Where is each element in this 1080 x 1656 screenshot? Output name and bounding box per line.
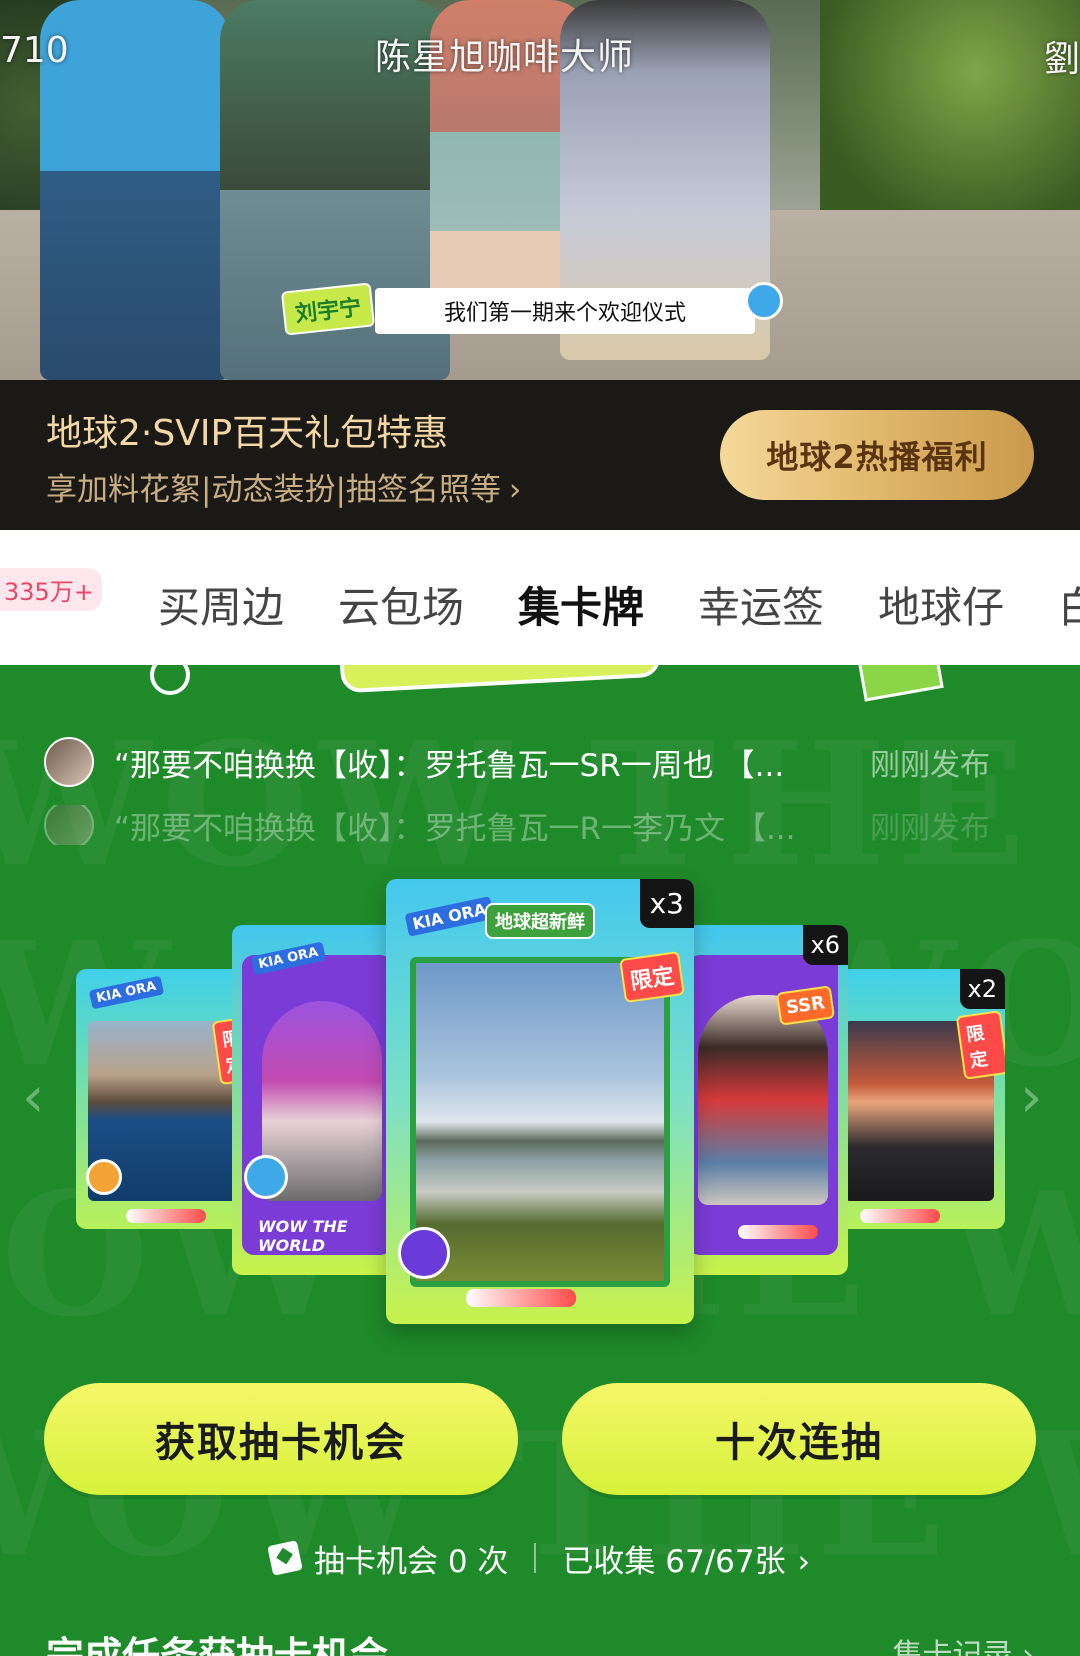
- feed-time: 刚刚发布: [870, 811, 990, 845]
- card-count-badge: x6: [802, 925, 848, 965]
- plane-icon: [126, 1209, 206, 1223]
- mascot-icon: [745, 282, 783, 320]
- video-scene-foliage: [820, 0, 1080, 240]
- draw-stats: 抽卡机会 0 次 已收集 67/67张 ›: [0, 1533, 1080, 1583]
- chevron-right-icon: ›: [508, 472, 522, 508]
- promo-subtitle-text: 享加料花絮|动态装扮|抽签名照等: [46, 472, 501, 508]
- collection-card-featured[interactable]: x3 KIA ORA 地球超新鲜 限定: [386, 879, 694, 1324]
- trade-feed-item[interactable]: “那要不咱换换【收】：罗托鲁瓦一R一李乃文 【... 刚刚发布: [44, 805, 1044, 845]
- avatar: [44, 805, 94, 845]
- collection-card[interactable]: KIA ORA 限定: [76, 969, 246, 1229]
- participant-count-badge: 335万+: [0, 568, 102, 611]
- trade-feed-item[interactable]: “那要不咱换换【收】：罗托鲁瓦一SR一周也 【... 刚刚发布: [44, 734, 1044, 790]
- card-record-link[interactable]: 集卡记录 ›: [892, 1630, 1034, 1656]
- decor-sticker: [856, 665, 944, 702]
- video-caption-left: 710: [0, 30, 69, 71]
- card-count-badge: x2: [959, 969, 1005, 1009]
- promo-benefit-button[interactable]: 地球2热播福利: [720, 410, 1034, 500]
- chevron-left-icon[interactable]: ‹: [22, 1065, 44, 1130]
- video-subtitle: 我们第一期来个欢迎仪式: [375, 288, 755, 334]
- mascot-icon: [398, 1227, 450, 1279]
- promo-subtitle[interactable]: 享加料花絮|动态装扮|抽签名照等 ›: [46, 464, 521, 509]
- divider: [534, 1543, 537, 1573]
- get-draw-chance-button[interactable]: 获取抽卡机会: [44, 1383, 518, 1495]
- mascot-icon: [244, 1155, 288, 1199]
- feed-time: 刚刚发布: [870, 748, 990, 783]
- card-collection-panel: WOW THE WORLD WOW THE WORLD WOW THE WORL…: [0, 665, 1080, 1656]
- tab-merch[interactable]: 买周边: [158, 574, 284, 635]
- feed-text: “那要不咱换换【收】：罗托鲁瓦一R一李乃文 【...: [114, 810, 796, 846]
- limited-tag: 限定: [955, 1010, 1005, 1080]
- decor-sticker: [150, 665, 190, 695]
- collection-card[interactable]: x6 SSR: [678, 925, 848, 1275]
- chevron-right-icon[interactable]: ›: [1020, 1065, 1042, 1130]
- limited-tag: 限定: [619, 951, 685, 1003]
- draw-chances-text: 抽卡机会 0 次: [313, 1543, 509, 1580]
- ten-draws-button[interactable]: 十次连抽: [562, 1383, 1036, 1495]
- tab-card-collection[interactable]: 集卡牌: [518, 574, 644, 635]
- wow-label: WOW THE WORLD: [258, 1217, 348, 1255]
- tab-earth-kid[interactable]: 地球仔: [878, 574, 1004, 635]
- svip-promo-banner[interactable]: 地球2·SVIP百天礼包特惠 享加料花絮|动态装扮|抽签名照等 › 地球2热播福利: [0, 380, 1080, 530]
- video-caption: 陈星旭咖啡大师: [375, 37, 635, 78]
- card-photo: [698, 995, 828, 1205]
- card-photo: [410, 957, 670, 1287]
- mascot-icon: [86, 1159, 122, 1195]
- feed-text: “那要不咱换换【收】：罗托鲁瓦一SR一周也 【...: [114, 747, 785, 784]
- tab-lucky-draw[interactable]: 幸运签: [698, 574, 824, 635]
- tab-bar: 335万+ 买周边 云包场 集卡牌 幸运签 地球仔 白: [0, 530, 1080, 665]
- collected-count-text: 已收集 67/67张: [562, 1543, 786, 1580]
- plane-icon: [860, 1209, 940, 1223]
- video-player[interactable]: 710 陈星旭咖啡大师 劉 我们第一期来个欢迎仪式 刘宇宁: [0, 0, 1080, 380]
- plane-icon: [466, 1289, 576, 1307]
- collection-card[interactable]: x2 限定: [830, 969, 1005, 1229]
- avatar: [44, 737, 94, 787]
- show-logo: 地球超新鲜: [485, 903, 595, 939]
- promo-title: 地球2·SVIP百天礼包特惠: [46, 413, 449, 454]
- tab-more[interactable]: 白: [1058, 574, 1080, 635]
- chevron-right-icon: ›: [797, 1543, 811, 1580]
- tasks-section-title: 完成任务获抽卡机会: [46, 1634, 389, 1656]
- card-count-badge: x3: [639, 879, 694, 928]
- tab-cloud-screening[interactable]: 云包场: [338, 574, 464, 635]
- video-caption-right: 劉: [1043, 39, 1080, 80]
- speaker-tag: 刘宇宁: [280, 282, 376, 336]
- decor-sticker: [338, 665, 662, 694]
- collection-card[interactable]: KIA ORA WOW THE WORLD: [232, 925, 402, 1275]
- collection-progress-link[interactable]: 已收集 67/67张 ›: [562, 1536, 810, 1581]
- card-icon: [267, 1540, 303, 1576]
- plane-icon: [738, 1225, 818, 1239]
